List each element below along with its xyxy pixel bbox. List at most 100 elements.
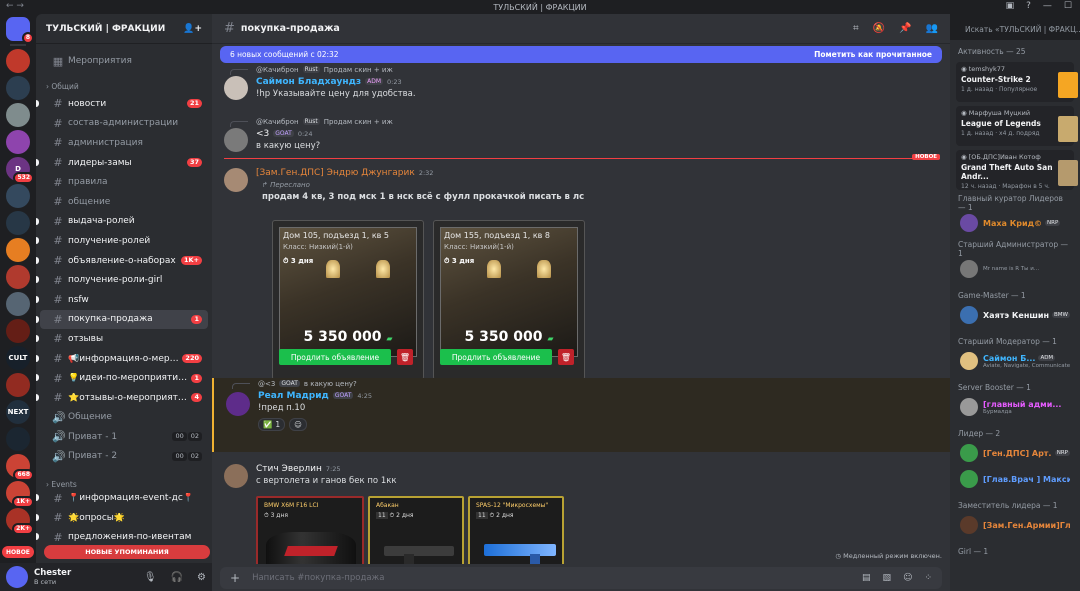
channel-item[interactable]: # получение-ролей: [36, 231, 208, 251]
guild-header[interactable]: ТУЛЬСКИЙ | ФРАКЦИИ 👤+: [36, 14, 212, 44]
message-author[interactable]: Стич Эверлин: [256, 464, 322, 474]
message-author[interactable]: [Зам.Ген.ДПС] Эндрю Джунгарик: [256, 168, 415, 178]
threads-icon[interactable]: ⌗: [853, 23, 859, 34]
search-input[interactable]: Искать «ТУЛЬСКИЙ | ФРАКЦ...: [960, 20, 1080, 38]
new-mentions-bar[interactable]: НОВЫЕ УПОМИНАНИЯ: [44, 545, 210, 559]
channel-item[interactable]: # 🌟опросы🌟: [36, 508, 208, 528]
server-icon-direct-messages[interactable]: 8: [6, 17, 34, 44]
reply-reference[interactable]: @Качиброн Rust Продам скин + иж: [230, 64, 940, 75]
channel-item[interactable]: # правила: [40, 172, 208, 192]
delete-listing-button[interactable]: 🗑: [558, 349, 574, 365]
prolong-listing-button[interactable]: Продлить объявление: [440, 349, 552, 365]
avatar[interactable]: [224, 128, 248, 152]
member-item[interactable]: [Ген.ДПС] Арт... NRP: [950, 440, 1080, 466]
member-item[interactable]: [Зам.Ген.Армии]Глеб С: [950, 512, 1080, 538]
channel-item[interactable]: # выдача-ролей: [36, 212, 208, 232]
server-icon-server-8[interactable]: [6, 238, 30, 262]
channel-item[interactable]: # 📢информация-о-мероп... 220: [36, 349, 208, 369]
channel-item[interactable]: # 📍информация-event-дс📍: [36, 488, 208, 508]
server-icon-server-17[interactable]: 1K+: [6, 481, 34, 508]
microphone-icon[interactable]: 🎙: [144, 572, 157, 583]
channel-item[interactable]: 🔊 Общение: [40, 408, 208, 428]
server-icon-server-14[interactable]: NEXT: [6, 400, 30, 424]
message-author[interactable]: Саймон Бладхаундз: [256, 77, 361, 87]
mute-icon[interactable]: 🔕: [873, 23, 885, 34]
activity-card[interactable]: ◉ temshyk77 Counter-Strike 2 1 д. назад · …: [956, 62, 1078, 102]
message-composer[interactable]: + Написать #покупка-продажа ▤ ▧ ☺ ⁘: [220, 567, 942, 589]
message-author[interactable]: Реал Мадрид: [258, 391, 329, 401]
member-item[interactable]: Хаятэ Кеншин BMW: [950, 302, 1080, 328]
settings-icon[interactable]: ⚙: [197, 572, 206, 583]
reaction-checkmark[interactable]: ✅ 1: [258, 418, 286, 431]
server-icon-server-6[interactable]: [6, 184, 30, 208]
channel-item[interactable]: # новости 21: [36, 94, 208, 114]
channel-item[interactable]: # администрация: [40, 133, 208, 153]
members-icon[interactable]: 👥: [926, 23, 938, 34]
channel-item[interactable]: # 💡идеи-по-мероприятия... 1: [36, 368, 208, 388]
server-icon-server-16[interactable]: 668: [6, 454, 34, 481]
maximize-icon[interactable]: ☐: [1064, 1, 1072, 11]
server-icon-server-11[interactable]: [6, 319, 30, 343]
member-item[interactable]: Маха Крид© NRP: [950, 210, 1080, 236]
gif-icon[interactable]: ▤: [862, 573, 871, 583]
apps-icon[interactable]: ⁘: [924, 573, 932, 583]
member-item[interactable]: Mr name is R Ты и...: [950, 256, 1080, 282]
member-item[interactable]: Саймон Б... ADM Aviate, Navigate, Communi…: [950, 348, 1080, 374]
channel-item[interactable]: # общение: [40, 192, 208, 212]
server-icon-server-2[interactable]: [6, 76, 30, 100]
new-messages-banner[interactable]: 6 новых сообщений с 02:32 Пометить как п…: [220, 46, 942, 63]
channel-item[interactable]: # состав-администрации: [40, 114, 208, 134]
new-badge[interactable]: НОВОЕ: [2, 546, 34, 558]
pin-icon[interactable]: 📌: [899, 23, 911, 34]
message-author[interactable]: <3: [256, 129, 269, 139]
activity-card[interactable]: ◉ [ОБ.ДПС]Иван Котоф Grand Theft Auto San…: [956, 150, 1078, 190]
message-input[interactable]: Написать #покупка-продажа: [252, 573, 384, 583]
server-icon-server-13[interactable]: [6, 373, 30, 397]
channel-item[interactable]: 🔊 Приват - 2 00 02: [40, 447, 208, 467]
channel-item[interactable]: # объявление-о-наборах 1K+: [36, 251, 208, 271]
avatar[interactable]: [224, 464, 248, 488]
minimize-icon[interactable]: —: [1043, 1, 1052, 11]
channel-item[interactable]: # отзывы: [36, 329, 208, 349]
avatar[interactable]: [224, 168, 248, 192]
add-member-icon[interactable]: 👤+: [183, 24, 202, 34]
reply-reference[interactable]: @<3 GOAT в какую цену?: [232, 378, 940, 389]
server-icon-server-4[interactable]: [6, 130, 30, 154]
plus-icon[interactable]: +: [230, 571, 240, 585]
server-icon-server-18[interactable]: 2K+: [6, 508, 34, 535]
channel-item[interactable]: # лидеры-замы 37: [36, 153, 208, 173]
avatar[interactable]: [226, 392, 250, 416]
channel-item[interactable]: # получение-роли-girl: [36, 270, 208, 290]
server-icon-server-10[interactable]: [6, 292, 30, 316]
inbox-icon[interactable]: ▣: [1006, 1, 1015, 11]
server-icon-server-1[interactable]: [6, 49, 30, 73]
emoji-icon[interactable]: ☺: [903, 573, 912, 583]
server-icon-server-12[interactable]: CULT: [6, 346, 30, 370]
channel-item[interactable]: # покупка-продажа 1: [36, 309, 208, 330]
headphones-icon[interactable]: 🎧: [171, 572, 183, 583]
add-reaction-button[interactable]: ☺: [289, 418, 307, 431]
server-icon-server-15[interactable]: [6, 427, 30, 451]
channel-item[interactable]: # nsfw: [36, 290, 208, 310]
member-item[interactable]: [Глав.Врач ] Максим ...: [950, 466, 1080, 492]
back-forward-icon[interactable]: ← →: [6, 1, 24, 11]
channel-item[interactable]: 🔊 Приват - 1 00 02: [40, 427, 208, 447]
reply-reference[interactable]: @Качиброн Rust Продам скин + иж: [230, 116, 940, 127]
category-general[interactable]: › Общий: [36, 72, 212, 94]
server-icon-server-5[interactable]: D 532: [6, 157, 34, 184]
delete-listing-button[interactable]: 🗑: [397, 349, 413, 365]
server-icon-server-3[interactable]: [6, 103, 30, 127]
prolong-listing-button[interactable]: Продлить объявление: [279, 349, 391, 365]
help-icon[interactable]: ?: [1026, 1, 1031, 11]
member-item[interactable]: [главный адми... Бурмалда: [950, 394, 1080, 420]
avatar[interactable]: [224, 76, 248, 100]
activity-card[interactable]: ◉ Марфуша Муцкий League of Legends 1 д. на…: [956, 106, 1078, 146]
sticker-icon[interactable]: ▧: [883, 573, 892, 583]
server-icon-server-7[interactable]: [6, 211, 30, 235]
channel-item[interactable]: # ⭐отзывы-о-мероприятия... 4: [36, 388, 208, 408]
events-link[interactable]: ▦ Мероприятия: [40, 50, 208, 72]
avatar[interactable]: [6, 566, 28, 588]
mark-as-read-button[interactable]: Пометить как прочитанное: [814, 50, 932, 59]
server-icon-server-9[interactable]: [6, 265, 30, 289]
category-events[interactable]: › Events: [36, 466, 212, 489]
